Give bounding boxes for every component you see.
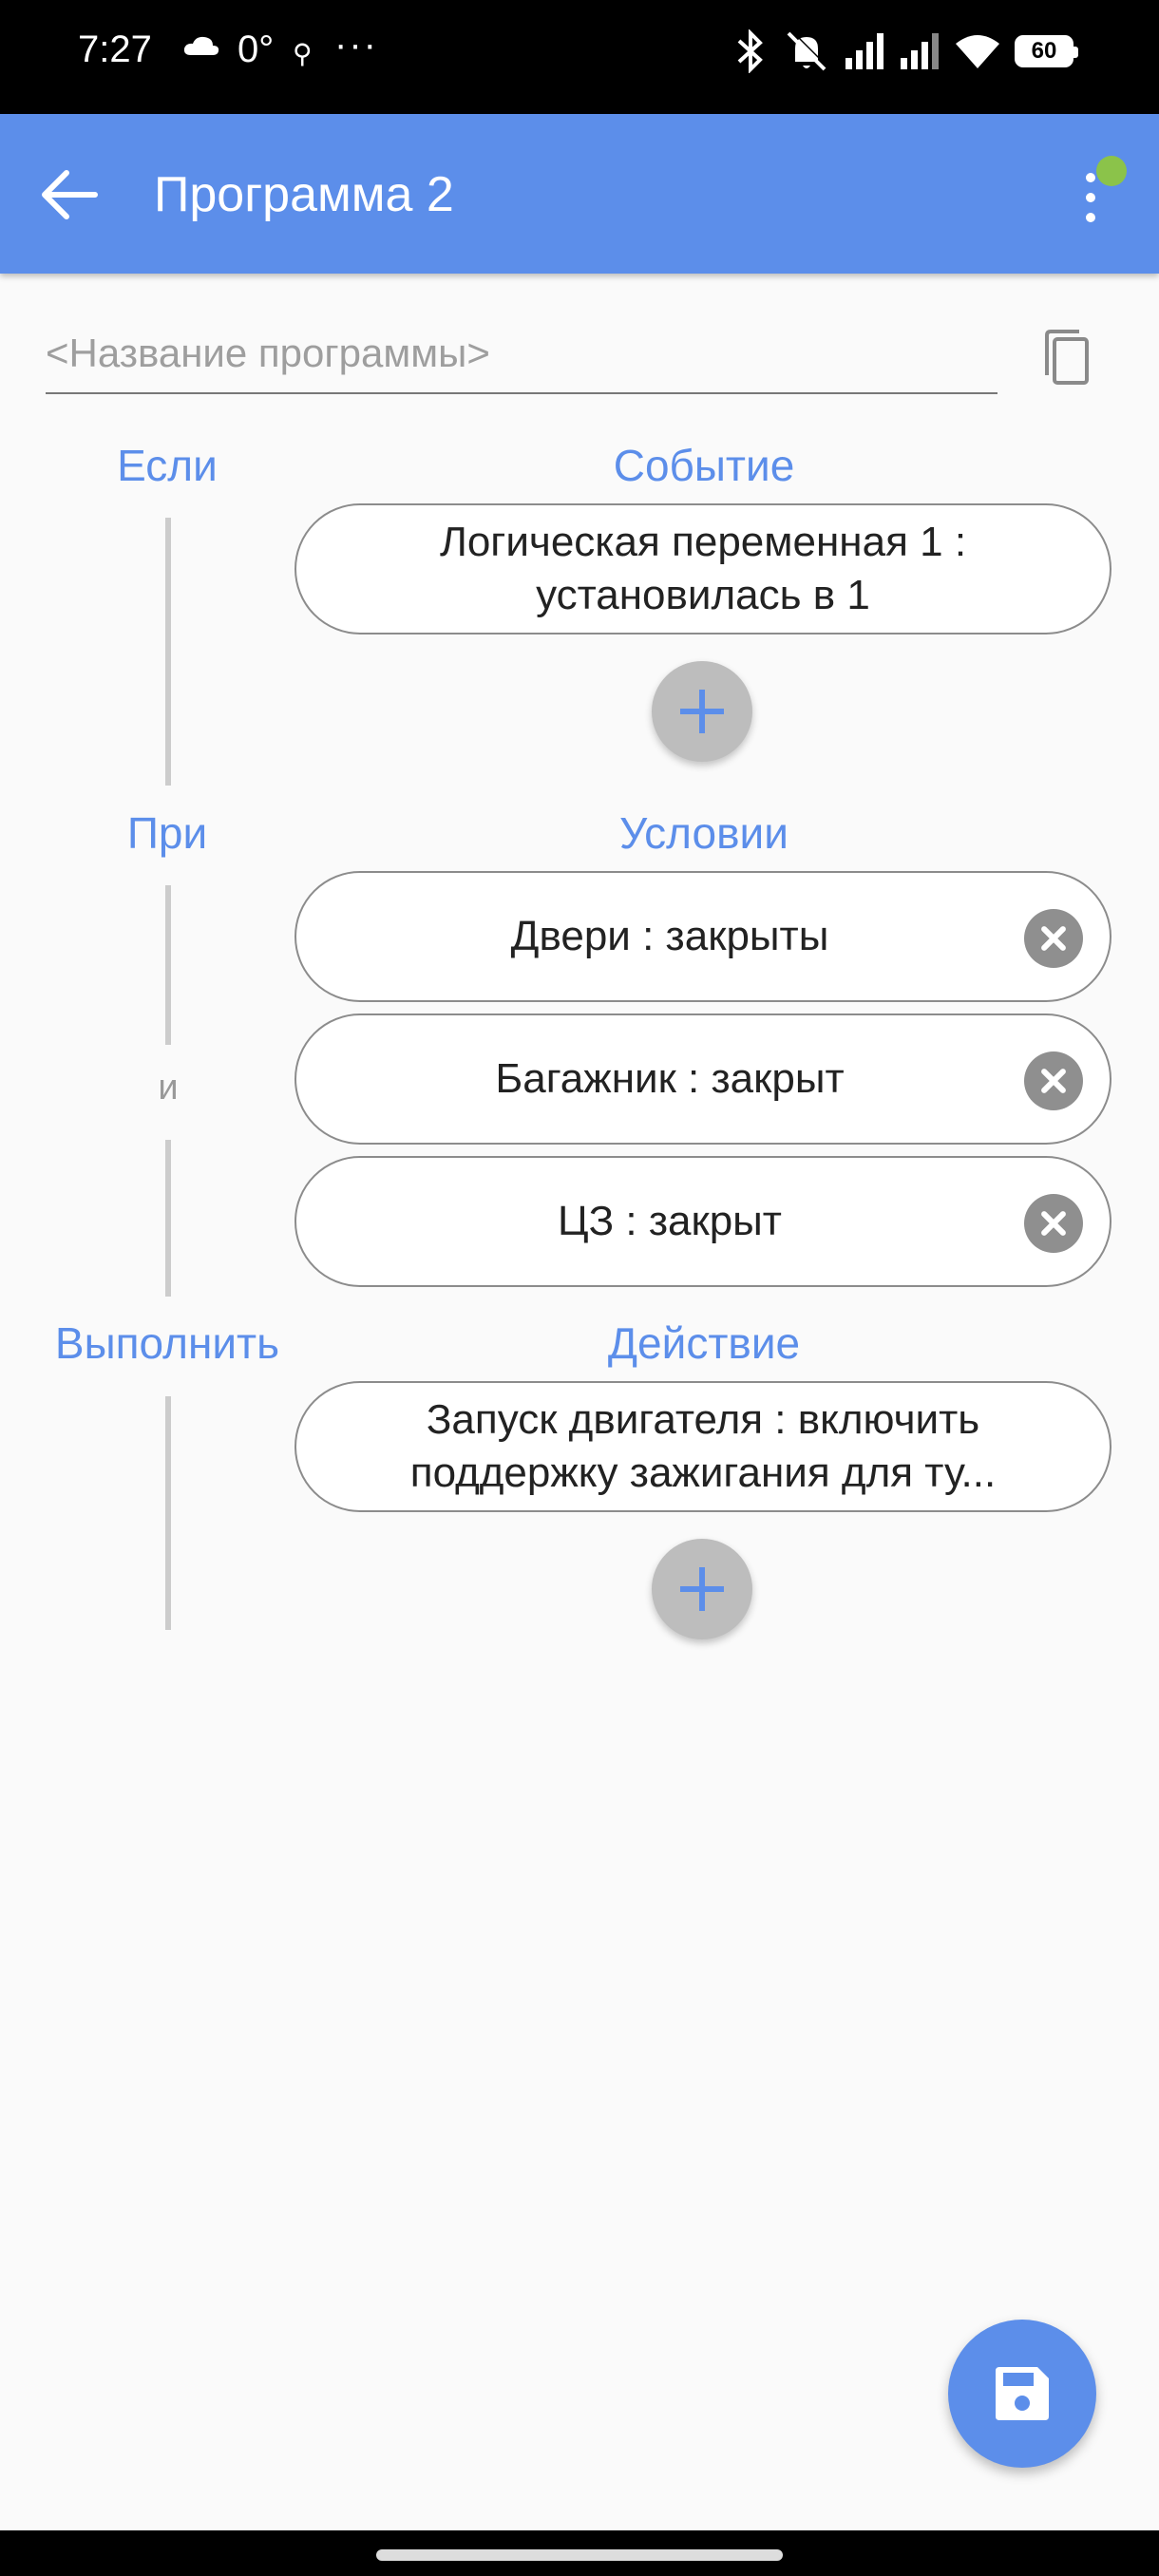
event-item[interactable]: Логическая переменная 1 : установилась в…: [294, 503, 1112, 635]
and-label: и: [158, 1068, 179, 1108]
add-action-button[interactable]: [652, 1539, 752, 1639]
when-label: При: [126, 808, 208, 858]
do-label: Выполнить: [54, 1318, 280, 1368]
copy-icon[interactable]: [1041, 328, 1092, 388]
navigation-bar: [0, 2530, 1159, 2576]
signal-icon-1: [846, 33, 884, 69]
cloud-icon: [183, 36, 219, 55]
condition-item-text: ЦЗ : закрыт: [558, 1198, 782, 1244]
save-icon: [996, 2367, 1049, 2420]
online-status-dot: [1096, 156, 1127, 186]
home-handle[interactable]: [376, 2549, 783, 2561]
program-name-input[interactable]: [46, 313, 998, 394]
action-item-text: Запуск двигателя : включить поддержку за…: [409, 1396, 997, 1496]
condition-item-text: Двери : закрыты: [510, 913, 829, 959]
remove-condition-icon[interactable]: [1024, 1051, 1083, 1110]
action-header: Действие: [607, 1318, 801, 1368]
status-icons: 60: [732, 27, 1078, 76]
app-bar: Программа 2: [0, 114, 1159, 274]
back-arrow-icon[interactable]: [36, 161, 103, 228]
event-item-text: Логическая переменная 1 : установилась в…: [439, 519, 967, 618]
page-title: Программа 2: [154, 167, 454, 222]
mute-bell-icon: [787, 29, 828, 71]
remove-condition-icon[interactable]: [1024, 909, 1083, 968]
condition-item[interactable]: Багажник : закрыт: [294, 1013, 1112, 1145]
key-icon: ⚲: [293, 39, 313, 68]
save-button[interactable]: [948, 2320, 1096, 2468]
when-divider-top: [165, 885, 171, 1045]
add-event-button[interactable]: [652, 661, 752, 762]
when-divider-bottom: [165, 1140, 171, 1297]
status-bar: 7:27 0° ⚲ ··· 60: [0, 0, 1159, 114]
if-label: Если: [117, 441, 218, 490]
status-time: 7:27: [78, 28, 152, 70]
if-divider: [165, 518, 171, 786]
battery-level: 60: [1031, 38, 1057, 64]
condition-item[interactable]: Двери : закрыты: [294, 871, 1112, 1002]
signal-icon-2: [901, 33, 939, 69]
status-overflow: ···: [334, 24, 378, 66]
condition-item-text: Багажник : закрыт: [495, 1055, 845, 1102]
do-divider: [165, 1396, 171, 1630]
action-item[interactable]: Запуск двигателя : включить поддержку за…: [294, 1381, 1112, 1512]
bluetooth-icon: [737, 29, 763, 73]
battery-icon: 60: [1015, 35, 1078, 67]
event-header: Событие: [613, 441, 795, 490]
wifi-icon: [956, 35, 999, 68]
condition-item[interactable]: ЦЗ : закрыт: [294, 1156, 1112, 1287]
remove-condition-icon[interactable]: [1024, 1194, 1083, 1253]
status-temperature: 0°: [238, 28, 275, 70]
condition-header: Условии: [619, 808, 788, 858]
